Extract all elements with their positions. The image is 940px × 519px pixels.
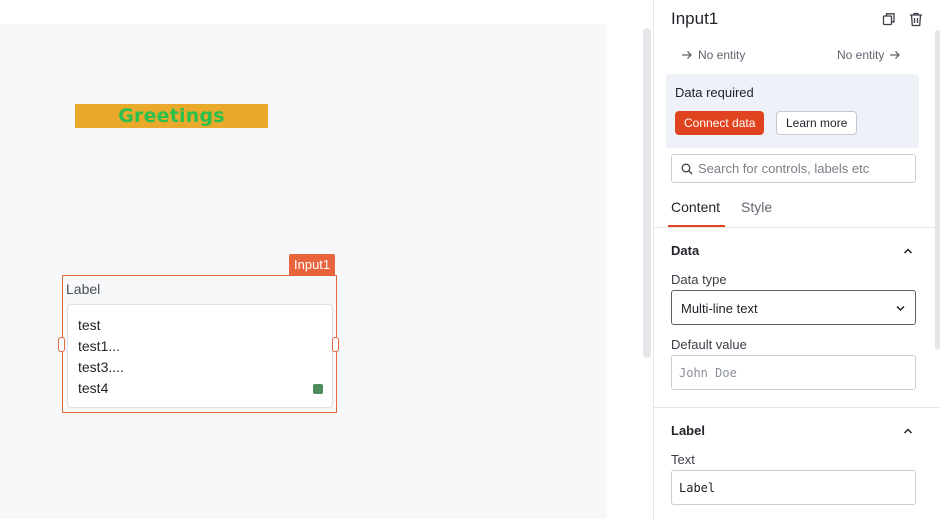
chevron-up-icon[interactable] [902, 425, 914, 437]
learn-more-button[interactable]: Learn more [776, 111, 858, 135]
trash-icon[interactable] [907, 10, 925, 28]
canvas[interactable]: Greetings Input1 Label test test1... tes… [0, 24, 607, 519]
data-type-label: Data type [671, 272, 727, 287]
right-resize-handle[interactable] [332, 337, 339, 352]
textarea-line: test4 [78, 380, 109, 396]
arrow-right-icon [890, 51, 901, 59]
app-root: Greetings Input1 Label test test1... tes… [0, 0, 940, 519]
label-text-input[interactable] [679, 471, 909, 504]
label-text-label: Text [671, 452, 695, 467]
input-widget[interactable]: Label test test1... test3.... test4 [58, 275, 339, 413]
left-resize-handle[interactable] [58, 337, 65, 352]
entity-left-label: No entity [698, 48, 746, 62]
search-box[interactable] [671, 154, 916, 183]
panel-title: Input1 [671, 9, 719, 28]
entity-right-label: No entity [837, 48, 885, 62]
search-input[interactable] [698, 155, 910, 182]
greeting-text-widget[interactable]: Greetings [75, 104, 268, 128]
data-required-alert: Data required Connect data Learn more [666, 74, 919, 148]
label-text-field[interactable] [671, 470, 916, 505]
textarea-line: test1... [78, 338, 121, 354]
widget-name-tag[interactable]: Input1 [289, 254, 336, 275]
search-icon [681, 163, 693, 175]
widget-label: Label [66, 281, 101, 297]
canvas-scrollbar[interactable] [643, 28, 651, 358]
multiline-textarea[interactable]: test test1... test3.... test4 [67, 304, 333, 408]
resize-grip-icon[interactable] [313, 384, 323, 394]
alert-title: Data required [675, 85, 754, 100]
connect-data-button[interactable]: Connect data [675, 111, 765, 135]
entity-link-left[interactable]: No entity [681, 48, 745, 62]
tabs-divider [654, 227, 940, 228]
panel-scrollbar[interactable] [935, 30, 940, 350]
data-section-title: Data [671, 243, 700, 258]
data-type-value: Multi-line text [681, 301, 758, 316]
default-value-field[interactable] [671, 355, 916, 390]
chevron-down-icon [896, 305, 905, 312]
label-section-title: Label [671, 423, 705, 438]
data-type-select[interactable]: Multi-line text [671, 290, 916, 325]
copy-icon[interactable] [880, 10, 898, 28]
entity-link-right[interactable]: No entity [837, 48, 901, 62]
default-value-label: Default value [671, 337, 747, 352]
tab-style[interactable]: Style [741, 199, 772, 215]
tab-content[interactable]: Content [671, 199, 720, 215]
chevron-up-icon[interactable] [902, 245, 914, 257]
textarea-line: test [78, 317, 101, 333]
textarea-line: test3.... [78, 359, 124, 375]
arrow-right-icon [682, 51, 692, 59]
section-divider [654, 407, 940, 408]
properties-panel: Input1 No entity No entity Data required… [653, 0, 940, 519]
default-value-input[interactable] [679, 356, 909, 389]
